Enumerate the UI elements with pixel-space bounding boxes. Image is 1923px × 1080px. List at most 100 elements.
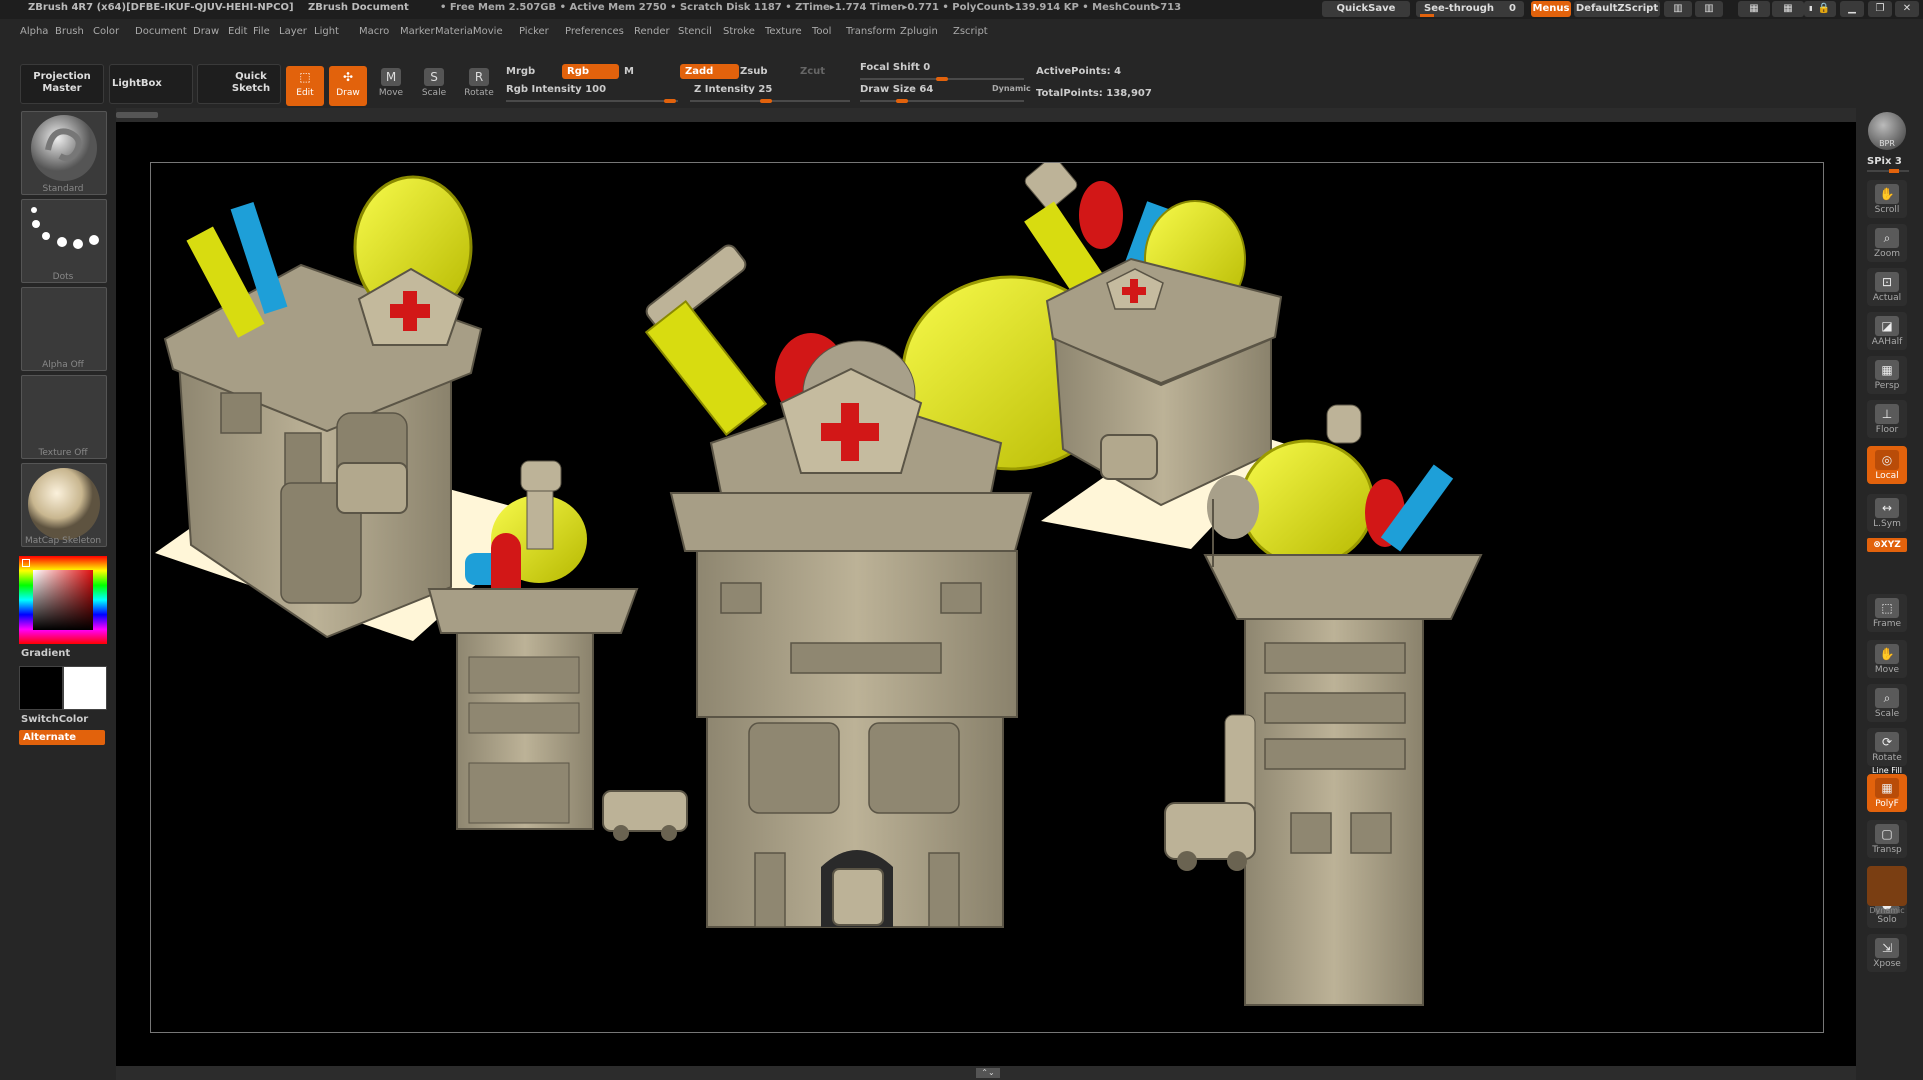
palette-icon[interactable]: ▥ [1664, 1, 1692, 17]
actual-icon: ⊡ [1875, 272, 1899, 292]
menu-render[interactable]: Render [634, 26, 670, 37]
menu-picker[interactable]: Picker [519, 26, 549, 37]
scroll-button[interactable]: ✋ Scroll [1867, 180, 1907, 218]
canvas-scroll-handle[interactable] [116, 112, 158, 118]
switch-color-button[interactable]: SwitchColor [21, 714, 88, 725]
menu-document[interactable]: Document [135, 26, 187, 37]
z-intensity-slider[interactable]: Z Intensity 25 [694, 84, 772, 95]
menu-edit[interactable]: Edit [228, 26, 247, 37]
spix-slider[interactable]: SPix 3 [1867, 156, 1902, 167]
move-button[interactable]: ✋ Move [1867, 640, 1907, 678]
menu-tool[interactable]: Tool [812, 26, 831, 37]
zsub-button[interactable]: Zsub [740, 66, 767, 77]
see-through-slider[interactable]: See-through 0 [1416, 1, 1524, 17]
color-picker[interactable] [19, 556, 107, 644]
z-intensity-track[interactable] [690, 99, 850, 103]
spix-track[interactable] [1867, 169, 1909, 173]
rgb-intensity-slider[interactable]: Rgb Intensity 100 [506, 84, 606, 95]
rgb-button[interactable]: Rgb [562, 64, 619, 79]
menu-movie[interactable]: Movie [473, 26, 503, 37]
zadd-button[interactable]: Zadd [680, 64, 739, 79]
menu-transform[interactable]: Transform [846, 26, 896, 37]
scale-button[interactable]: S Scale [415, 66, 453, 106]
edit-button[interactable]: ⬚ Edit [286, 66, 324, 106]
menu-file[interactable]: File [253, 26, 270, 37]
brush-thumbnail[interactable] [21, 111, 107, 195]
menu-alpha[interactable]: Alpha [20, 26, 48, 37]
focal-shift-track[interactable] [860, 77, 1024, 81]
projection-master-button[interactable]: Projection Master [20, 64, 104, 104]
texture-thumbnail[interactable] [21, 375, 107, 459]
menu-macro[interactable]: Macro [359, 26, 389, 37]
menu-light[interactable]: Light [314, 26, 339, 37]
move-button[interactable]: M Move [372, 66, 410, 106]
menu-color[interactable]: Color [93, 26, 119, 37]
lightbox-button[interactable]: LightBox [109, 64, 193, 104]
menus-button[interactable]: Menus [1531, 1, 1571, 17]
memory-stats: • Free Mem 2.507GB • Active Mem 2750 • S… [440, 2, 1182, 13]
secondary-color-swatch[interactable] [63, 666, 107, 710]
menu-material[interactable]: Material [435, 26, 476, 37]
see-through-value: 0 [1509, 3, 1516, 14]
floor-button[interactable]: ⊥ Floor [1867, 400, 1907, 438]
dots-stroke-icon [31, 207, 99, 249]
aahalf-button[interactable]: ◪ AAHalf [1867, 312, 1907, 350]
menu-layer[interactable]: Layer [279, 26, 307, 37]
mrgb-button[interactable]: Mrgb [506, 66, 535, 77]
canvas-top-strip [116, 108, 1856, 122]
menu-marker[interactable]: Marker [400, 26, 435, 37]
focal-shift-slider[interactable]: Focal Shift 0 [860, 62, 930, 73]
quick-sketch-button[interactable]: Quick Sketch [197, 64, 281, 104]
menu-stencil[interactable]: Stencil [678, 26, 712, 37]
expand-arrows-icon[interactable]: ⌃⌄ [976, 1068, 1000, 1078]
draw-button[interactable]: ✣ Draw [329, 66, 367, 106]
layout-icon[interactable]: ▦ [1772, 1, 1804, 17]
palette-icon[interactable]: ▥ [1695, 1, 1723, 17]
menu-preferences[interactable]: Preferences [565, 26, 624, 37]
bpr-button[interactable]: BPR [1868, 112, 1906, 150]
alpha-label: Alpha Off [42, 360, 84, 370]
lock-icon[interactable]: 🔒 [1812, 1, 1836, 17]
dynamic-toggle[interactable]: Dynamic [992, 84, 1031, 93]
default-zscript-button[interactable]: DefaultZScript [1574, 1, 1660, 17]
menu-draw[interactable]: Draw [193, 26, 219, 37]
menu-zscript[interactable]: Zscript [953, 26, 988, 37]
quicksave-button[interactable]: QuickSave [1322, 1, 1410, 17]
zoom-button[interactable]: ⌕ Zoom [1867, 224, 1907, 262]
actual-button[interactable]: ⊡ Actual [1867, 268, 1907, 306]
total-points-label: TotalPoints: [1036, 88, 1103, 99]
material-thumbnail[interactable] [21, 463, 107, 547]
zcut-button[interactable]: Zcut [800, 66, 825, 77]
stroke-label: Dots [52, 272, 74, 282]
persp-button[interactable]: ▦ Persp [1867, 356, 1907, 394]
draw-size-track[interactable] [860, 99, 1024, 103]
rgb-intensity-track[interactable] [506, 99, 678, 103]
polyf-button[interactable]: ▦ PolyF [1867, 774, 1907, 812]
draw-size-slider[interactable]: Draw Size 64 [860, 84, 933, 95]
primary-color-swatch[interactable] [19, 666, 63, 710]
app-title: ZBrush 4R7 (x64)[DFBE-IKUF-QJUV-HEHI-NPC… [28, 2, 294, 13]
maximize-icon[interactable]: ❐ [1868, 1, 1892, 17]
transp-button[interactable]: ▢ Transp [1867, 820, 1907, 858]
xpose-button[interactable]: ⇲ Xpose [1867, 934, 1907, 972]
menu-texture[interactable]: Texture [765, 26, 802, 37]
menu-zplugin[interactable]: Zplugin [900, 26, 938, 37]
rotate-button[interactable]: R Rotate [460, 66, 498, 106]
menu-brush[interactable]: Brush [55, 26, 84, 37]
layout-icon[interactable]: ▦ [1738, 1, 1770, 17]
minimize-icon[interactable]: ▁ [1840, 1, 1864, 17]
frame-button[interactable]: ⬚ Frame [1867, 594, 1907, 632]
stroke-thumbnail[interactable] [21, 199, 107, 283]
m-button[interactable]: M [624, 66, 634, 77]
alternate-button[interactable]: Alternate [19, 730, 105, 745]
lsym-button[interactable]: ↔ L.Sym [1867, 494, 1907, 532]
alpha-thumbnail[interactable] [21, 287, 107, 371]
local-button[interactable]: ◎ Local [1867, 446, 1907, 484]
scale-button[interactable]: ⌕ Scale [1867, 684, 1907, 722]
rotate-button[interactable]: ⟳ Rotate [1867, 728, 1907, 766]
close-icon[interactable]: ✕ [1895, 1, 1919, 17]
menu-stroke[interactable]: Stroke [723, 26, 755, 37]
dynamic-perspective-button[interactable] [1867, 866, 1907, 906]
transp-icon: ▢ [1875, 824, 1899, 844]
xyz-symmetry-button[interactable]: ⊗XYZ [1867, 538, 1907, 552]
